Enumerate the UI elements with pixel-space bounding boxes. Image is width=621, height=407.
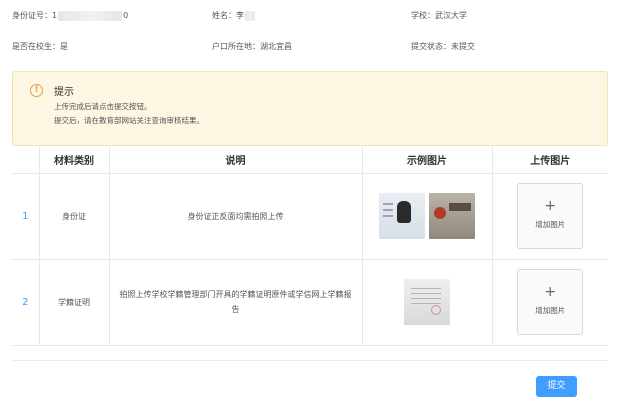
row-category: 学籍证明 bbox=[38, 259, 109, 346]
header-description: 说明 bbox=[108, 147, 362, 174]
school-field: 学校：武汉大学 bbox=[411, 9, 467, 23]
id-number-field: 身份证号：1 0 bbox=[12, 9, 128, 23]
cert-text-line bbox=[411, 288, 441, 289]
id-number-prefix: 1 bbox=[52, 11, 58, 20]
header-upload-images: 上传图片 bbox=[491, 147, 608, 174]
school-value: 武汉大学 bbox=[435, 11, 467, 20]
id-back-header bbox=[449, 203, 471, 211]
header-category: 材料类别 bbox=[38, 147, 109, 174]
add-image-label: 增加图片 bbox=[535, 306, 566, 315]
info-row-1: 身份证号：1 0 姓名：李 学校：武汉大学 bbox=[0, 9, 621, 23]
warning-circle-icon: ! bbox=[30, 84, 43, 97]
name-mask bbox=[245, 10, 255, 21]
id-card-back-image[interactable] bbox=[429, 193, 475, 239]
row-index: 1 bbox=[12, 173, 39, 260]
enrollment-certificate-image[interactable] bbox=[404, 279, 450, 325]
row-samples bbox=[361, 173, 492, 260]
row-upload: + 增加图片 bbox=[491, 173, 608, 260]
status-field: 提交状态：未提交 bbox=[411, 40, 475, 54]
add-image-button[interactable]: + 增加图片 bbox=[517, 269, 584, 335]
tip-alert: ! 提示 上传完成后请点击提交按钮。 提交后，请在教育部网站关注查询审核结果。 bbox=[12, 71, 608, 146]
enrolled-value: 是 bbox=[60, 42, 68, 51]
info-row-2: 是否在校生：是 户口所在地：湖北宜昌 提交状态：未提交 bbox=[0, 40, 621, 54]
submit-button[interactable]: 提交 bbox=[536, 376, 577, 397]
hukou-label: 户口所在地： bbox=[212, 42, 260, 51]
header-sample-images: 示例图片 bbox=[361, 147, 492, 174]
table-row: 1 身份证 身份证正反面均需拍照上传 + 增加图片 bbox=[12, 173, 608, 260]
alert-title: 提示 bbox=[54, 87, 74, 98]
id-number-suffix: 0 bbox=[123, 11, 129, 20]
id-number-mask bbox=[58, 10, 123, 21]
seal-stamp-icon bbox=[431, 305, 441, 315]
row-description: 拍照上传学校学籍管理部门开具的学籍证明原件或学信网上学籍报告 bbox=[108, 259, 362, 346]
add-image-label: 增加图片 bbox=[535, 220, 566, 229]
name-value: 李 bbox=[236, 11, 244, 20]
row-samples bbox=[361, 259, 492, 346]
row-description: 身份证正反面均需拍照上传 bbox=[108, 173, 362, 260]
id-front-text-line bbox=[383, 203, 393, 205]
status-value: 未提交 bbox=[451, 42, 475, 51]
row-index: 2 bbox=[12, 259, 39, 346]
cert-text-line bbox=[411, 298, 441, 299]
id-front-text-line bbox=[383, 209, 393, 211]
table-row: 2 学籍证明 拍照上传学校学籍管理部门开具的学籍证明原件或学信网上学籍报告 + … bbox=[12, 259, 608, 346]
school-label: 学校： bbox=[411, 11, 435, 20]
cert-text-line bbox=[411, 293, 441, 294]
cert-text-line bbox=[411, 303, 441, 304]
footer-divider bbox=[12, 360, 608, 361]
plus-icon: + bbox=[544, 198, 557, 214]
table-header-row: 材料类别 说明 示例图片 上传图片 bbox=[12, 147, 608, 174]
id-card-front-image[interactable] bbox=[379, 193, 425, 239]
hukou-field: 户口所在地：湖北宜昌 bbox=[212, 40, 292, 54]
row-upload: + 增加图片 bbox=[491, 259, 608, 346]
id-number-label: 身份证号： bbox=[12, 11, 52, 20]
plus-icon: + bbox=[544, 284, 557, 300]
header-index bbox=[12, 147, 39, 174]
status-label: 提交状态： bbox=[411, 42, 451, 51]
alert-line-2: 提交后，请在教育部网站关注查询审核结果。 bbox=[54, 116, 204, 125]
enrolled-label: 是否在校生： bbox=[12, 42, 60, 51]
row-category: 身份证 bbox=[38, 173, 109, 260]
name-label: 姓名： bbox=[212, 11, 236, 20]
alert-line-1: 上传完成后请点击提交按钮。 bbox=[54, 102, 152, 111]
id-front-portrait bbox=[397, 201, 411, 223]
name-field: 姓名：李 bbox=[212, 9, 256, 23]
materials-table: 材料类别 说明 示例图片 上传图片 1 身份证 身份证正反面均需拍照上传 + 增… bbox=[12, 147, 608, 346]
id-front-text-line bbox=[383, 215, 393, 217]
add-image-button[interactable]: + 增加图片 bbox=[517, 183, 584, 249]
national-emblem-icon bbox=[434, 207, 446, 219]
hukou-value: 湖北宜昌 bbox=[260, 42, 292, 51]
enrolled-field: 是否在校生：是 bbox=[12, 40, 68, 54]
